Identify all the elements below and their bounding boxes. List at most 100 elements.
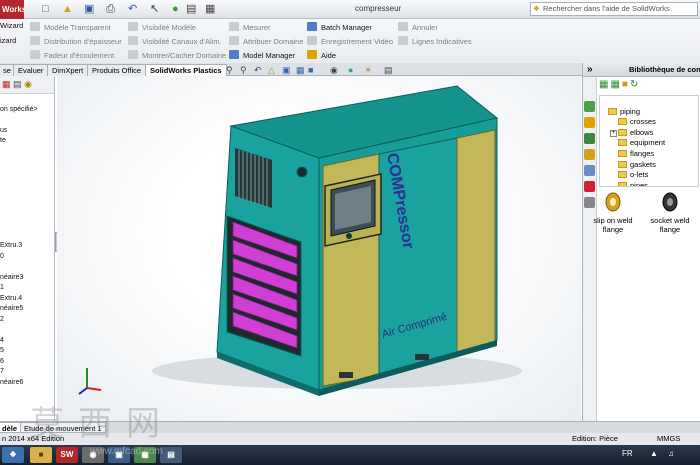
design-library-tab-icon[interactable]: [584, 117, 595, 128]
tree-item[interactable]: 6: [0, 357, 54, 368]
tree-item[interactable]: [0, 147, 54, 158]
tree-item[interactable]: 0: [0, 252, 54, 263]
tab-evaluer[interactable]: Evaluer: [13, 64, 49, 76]
tree-item[interactable]: 4: [0, 336, 54, 347]
refresh-icon[interactable]: ↻: [630, 79, 640, 90]
save-icon[interactable]: ▣: [84, 3, 94, 15]
tree-item[interactable]: 1: [0, 283, 54, 294]
tree-item[interactable]: néaire5: [0, 304, 54, 315]
model-manager-button[interactable]: Model Manager: [229, 50, 295, 61]
ribbon-wizard-2[interactable]: izard: [0, 36, 16, 46]
graphics-viewport[interactable]: COMPressor Air Comprimé: [57, 76, 581, 421]
hide-show-items-icon[interactable]: ◉: [330, 65, 338, 75]
measure-button[interactable]: Mesurer: [229, 22, 271, 33]
collapse-arrow-icon[interactable]: »: [587, 63, 593, 76]
help-button[interactable]: Aide: [307, 50, 336, 61]
tree-item[interactable]: [0, 325, 54, 336]
tree-item[interactable]: on spécifié>: [0, 105, 54, 116]
zoom-to-fit-icon[interactable]: ⚲: [226, 65, 233, 75]
view-settings-icon[interactable]: ▤: [384, 65, 393, 75]
new-document-icon[interactable]: □: [42, 3, 49, 15]
tree-item[interactable]: [0, 262, 54, 273]
expand-icon[interactable]: +: [610, 129, 617, 137]
tree-item[interactable]: [0, 157, 54, 168]
tree-item[interactable]: [0, 189, 54, 200]
batch-manager-button[interactable]: Batch Manager: [307, 22, 372, 33]
add-library-icon[interactable]: ▦: [599, 79, 610, 90]
model-visibility-button[interactable]: Visibilité Modèle: [128, 22, 196, 33]
network-tray-icon[interactable]: ▲: [650, 449, 658, 458]
select-arrow-icon[interactable]: ↖: [150, 3, 159, 15]
rebuild-icon[interactable]: ●: [172, 3, 179, 15]
feature-manager-icon[interactable]: ▦: [2, 79, 11, 89]
help-search-input[interactable]: ❖ Rechercher dans l'aide de SolidWorks: [530, 2, 698, 16]
dynamic-annotation-icon[interactable]: ▣: [282, 65, 291, 75]
explorer-taskbar-icon[interactable]: ■: [30, 447, 52, 463]
tree-item[interactable]: us: [0, 126, 54, 137]
tree-item[interactable]: 7: [0, 367, 54, 378]
file-properties-icon[interactable]: ▦: [205, 3, 215, 15]
tree-item-flanges[interactable]: flanges: [600, 149, 698, 160]
tree-item[interactable]: te: [0, 136, 54, 147]
tab-produits-office[interactable]: Produits Office: [87, 64, 147, 76]
config-manager-icon[interactable]: ◉: [24, 79, 32, 89]
status-units[interactable]: MMGS: [657, 433, 680, 445]
transparent-model-button[interactable]: Modèle Transparent: [30, 22, 111, 33]
tree-item[interactable]: [0, 220, 54, 231]
file-explorer-tab-icon[interactable]: [584, 133, 595, 144]
tree-item[interactable]: Extru.3: [0, 241, 54, 252]
undo-icon[interactable]: ↶: [128, 3, 137, 15]
thickness-distribution-button[interactable]: Distribution d'épaisseur: [30, 36, 122, 47]
options-icon[interactable]: ▤: [186, 3, 196, 15]
tree-item-piping[interactable]: piping: [600, 107, 698, 118]
tree-item[interactable]: [0, 210, 54, 221]
view-orientation-icon[interactable]: ▦: [296, 65, 305, 75]
property-manager-icon[interactable]: ▤: [13, 79, 22, 89]
video-recording-button[interactable]: Enregistrement Vidéo: [307, 36, 393, 47]
section-view-icon[interactable]: △: [268, 65, 275, 75]
tree-item[interactable]: néaire3: [0, 273, 54, 284]
tree-item-crosses[interactable]: crosses: [600, 117, 698, 128]
apply-scene-icon[interactable]: ☀: [364, 65, 372, 75]
tree-item[interactable]: [0, 231, 54, 242]
open-folder-icon[interactable]: ▲: [62, 3, 73, 15]
print-icon[interactable]: ⎙: [106, 3, 115, 15]
solidworks-logo[interactable]: Works: [0, 0, 24, 19]
tree-item[interactable]: 2: [0, 315, 54, 326]
library-part-socket-weld-flange[interactable]: socket weld flange: [645, 191, 695, 234]
guide-lines-button[interactable]: Lignes Indicatives: [398, 36, 472, 47]
flow-fading-button[interactable]: Fadeur d'écoulement: [30, 50, 114, 61]
ribbon-wizard-1[interactable]: Wizard: [0, 21, 23, 31]
cancel-button[interactable]: Annuler: [398, 22, 438, 33]
zoom-to-area-icon[interactable]: ⚲: [240, 65, 247, 75]
resources-tab-icon[interactable]: [584, 101, 595, 112]
display-style-icon[interactable]: ■: [308, 65, 313, 75]
volume-tray-icon[interactable]: ♫: [668, 449, 674, 458]
tree-item[interactable]: [0, 168, 54, 179]
tree-item-elbows[interactable]: + elbows: [600, 128, 698, 139]
tree-item[interactable]: [0, 199, 54, 210]
assign-domain-button[interactable]: Attribuer Domaine: [229, 36, 303, 47]
tree-item-pipes[interactable]: pipes: [600, 181, 698, 186]
tab-dimxpert[interactable]: DimXpert: [47, 64, 89, 76]
add-folder-icon[interactable]: ▦: [610, 79, 621, 90]
tree-item-equipment[interactable]: equipment: [600, 138, 698, 149]
appearances-tab-icon[interactable]: [584, 165, 595, 176]
view-palette-tab-icon[interactable]: [584, 149, 595, 160]
solidworks-taskbar-icon[interactable]: SW: [56, 447, 78, 463]
previous-view-icon[interactable]: ↶: [254, 65, 262, 75]
start-button-icon[interactable]: ❖: [2, 447, 24, 463]
show-hide-domain-button[interactable]: Montrer/Cacher Domaine: [128, 50, 226, 61]
tree-item[interactable]: 5: [0, 346, 54, 357]
tree-item[interactable]: [0, 178, 54, 189]
language-indicator[interactable]: FR: [622, 449, 633, 458]
tab-model[interactable]: dèle: [0, 422, 22, 433]
tab-solidworks-plastics[interactable]: SolidWorks Plastics: [145, 64, 227, 76]
app4-taskbar-icon[interactable]: ▤: [160, 447, 182, 463]
tree-item-o-lets[interactable]: o-lets: [600, 170, 698, 181]
tree-item-gaskets[interactable]: gaskets: [600, 160, 698, 171]
new-folder-icon[interactable]: ■: [622, 79, 630, 90]
tree-item[interactable]: [0, 115, 54, 126]
tree-item[interactable]: néaire6: [0, 378, 54, 389]
tree-item[interactable]: Extru.4: [0, 294, 54, 305]
